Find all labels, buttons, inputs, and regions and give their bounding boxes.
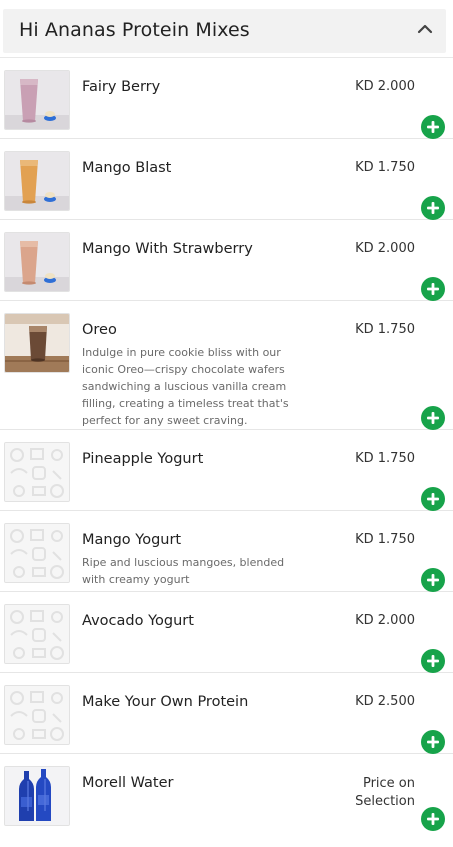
add-to-cart-button[interactable] <box>421 406 445 430</box>
item-price: KD 2.000 <box>355 241 415 256</box>
item-description: Indulge in pure cookie bliss with our ic… <box>82 346 289 427</box>
menu-item[interactable]: Mango With Strawberry KD 2.000 <box>0 231 453 301</box>
add-to-cart-button[interactable] <box>421 649 445 673</box>
item-name: Avocado Yogurt <box>82 613 194 629</box>
item-name: Mango Yogurt <box>82 532 182 548</box>
item-price: KD 1.750 <box>355 160 415 175</box>
item-image[interactable] <box>4 151 70 211</box>
add-to-cart-button[interactable] <box>421 568 445 592</box>
plus-icon <box>427 412 439 424</box>
menu-item-list: Fairy Berry KD 2.000 Mango Blast KD 1.75… <box>0 69 453 834</box>
plus-icon <box>427 736 439 748</box>
item-description: Ripe and luscious mangoes, blended with … <box>82 556 285 586</box>
plus-icon <box>427 574 439 586</box>
item-name: Mango With Strawberry <box>82 241 253 257</box>
item-price: KD 1.750 <box>355 451 415 466</box>
item-image[interactable] <box>4 442 70 502</box>
item-name: Fairy Berry <box>82 79 161 95</box>
item-name: Oreo <box>82 322 117 338</box>
menu-item[interactable]: Make Your Own Protein KD 2.500 <box>0 684 453 754</box>
item-image[interactable] <box>4 70 70 130</box>
add-to-cart-button[interactable] <box>421 807 445 831</box>
item-price: KD 2.000 <box>355 613 415 628</box>
section-header[interactable]: Hi Ananas Protein Mixes <box>3 9 446 53</box>
item-price: KD 1.750 <box>355 532 415 547</box>
menu-item[interactable]: Fairy Berry KD 2.000 <box>0 69 453 139</box>
add-to-cart-button[interactable] <box>421 487 445 511</box>
plus-icon <box>427 655 439 667</box>
plus-icon <box>427 283 439 295</box>
chevron-up-icon[interactable] <box>416 20 434 38</box>
item-image[interactable] <box>4 685 70 745</box>
menu-item[interactable]: Avocado Yogurt KD 2.000 <box>0 603 453 673</box>
menu-item[interactable]: Mango Blast KD 1.750 <box>0 150 453 220</box>
item-image[interactable] <box>4 604 70 664</box>
menu-item[interactable]: Morell Water Price on Selection <box>0 765 453 834</box>
section-title: Hi Ananas Protein Mixes <box>19 19 250 41</box>
plus-icon <box>427 121 439 133</box>
item-name: Morell Water <box>82 775 174 791</box>
item-price: KD 2.000 <box>355 79 415 94</box>
plus-icon <box>427 813 439 825</box>
item-price: Price on Selection <box>355 776 415 809</box>
item-image[interactable] <box>4 232 70 292</box>
menu-item[interactable]: Pineapple Yogurt KD 1.750 <box>0 441 453 511</box>
menu-item[interactable]: Oreo Indulge in pure cookie bliss with o… <box>0 312 453 430</box>
plus-icon <box>427 493 439 505</box>
menu-item[interactable]: Mango Yogurt Ripe and luscious mangoes, … <box>0 522 453 592</box>
add-to-cart-button[interactable] <box>421 115 445 139</box>
plus-icon <box>427 202 439 214</box>
item-name: Pineapple Yogurt <box>82 451 204 467</box>
item-price: KD 2.500 <box>355 694 415 709</box>
add-to-cart-button[interactable] <box>421 730 445 754</box>
item-name: Mango Blast <box>82 160 172 176</box>
divider <box>0 57 453 58</box>
item-image[interactable] <box>4 766 70 826</box>
item-name: Make Your Own Protein <box>82 694 249 710</box>
item-image[interactable] <box>4 523 70 583</box>
add-to-cart-button[interactable] <box>421 196 445 220</box>
item-image[interactable] <box>4 313 70 373</box>
add-to-cart-button[interactable] <box>421 277 445 301</box>
item-price: KD 1.750 <box>355 322 415 337</box>
